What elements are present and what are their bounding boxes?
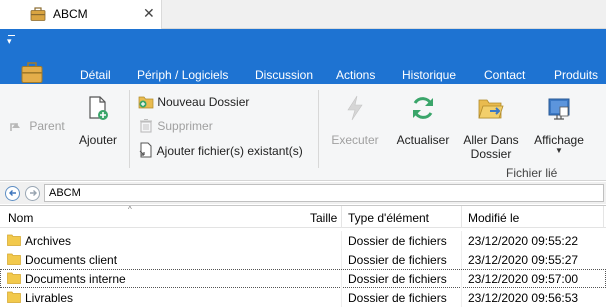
aller-dans-label-1: Aller Dans xyxy=(463,133,519,147)
ajouter-button[interactable]: Ajouter xyxy=(74,94,122,147)
ribbon-separator xyxy=(129,90,130,168)
sort-ascending-icon: ^ xyxy=(128,205,132,214)
attach-file-icon xyxy=(139,142,152,158)
parent-button[interactable]: Parent xyxy=(8,118,65,133)
list-item[interactable]: Livrables Dossier de fichiers 23/12/2020… xyxy=(0,288,606,307)
file-modified: 23/12/2020 09:57:00 xyxy=(468,272,579,286)
column-gridline xyxy=(461,270,462,289)
tab-periph-logiciels[interactable]: Périph / Logiciels xyxy=(137,68,228,82)
ribbon-body: Parent Ajouter Nouveau Dossier Supprimer xyxy=(0,84,606,181)
briefcase-icon xyxy=(30,7,46,21)
column-header-name[interactable]: Nom xyxy=(8,211,33,225)
forward-arrow-icon[interactable] xyxy=(25,186,40,201)
ribbon-header: ▾ Détail Périph / Logiciels Discussion A… xyxy=(0,29,606,84)
column-header-size[interactable]: Taille xyxy=(310,211,337,225)
open-folder-icon xyxy=(478,99,504,119)
lightning-icon xyxy=(347,95,363,121)
column-gridline xyxy=(461,250,462,269)
file-list: ^ Nom Taille Type d'élément Modifié le A… xyxy=(0,205,606,308)
tab-contact[interactable]: Contact xyxy=(484,68,525,82)
actualiser-label: Actualiser xyxy=(396,133,450,147)
document-tab-title: ABCM xyxy=(53,7,88,21)
document-tab-strip: ABCM ✕ xyxy=(0,0,606,29)
column-divider[interactable] xyxy=(461,206,462,228)
column-gridline xyxy=(341,270,342,289)
column-gridline xyxy=(341,231,342,250)
executer-button[interactable]: Executer xyxy=(327,94,383,147)
add-file-icon xyxy=(89,96,108,120)
column-divider[interactable] xyxy=(341,206,342,228)
file-type: Dossier de fichiers xyxy=(348,272,447,286)
affichage-label: Affichage xyxy=(534,133,584,147)
ajouter-fichiers-label: Ajouter fichier(s) existant(s) xyxy=(156,144,303,158)
actualiser-button[interactable]: Actualiser xyxy=(392,94,454,147)
column-gridline xyxy=(461,231,462,250)
file-type: Dossier de fichiers xyxy=(348,253,447,267)
file-name: Documents client xyxy=(25,253,118,267)
file-name: Archives xyxy=(25,234,72,248)
nouveau-dossier-label: Nouveau Dossier xyxy=(157,95,250,109)
file-modified: 23/12/2020 09:55:27 xyxy=(468,253,579,267)
nouveau-dossier-button[interactable]: Nouveau Dossier xyxy=(138,94,249,109)
affichage-button[interactable]: Affichage ▼ xyxy=(528,94,590,155)
column-header-modified[interactable]: Modifié le xyxy=(468,211,519,225)
folder-icon xyxy=(7,253,21,265)
column-divider[interactable] xyxy=(603,206,604,228)
list-item-selected[interactable]: Documents interne Dossier de fichiers 23… xyxy=(0,269,606,289)
executer-label: Executer xyxy=(331,133,379,147)
briefcase-icon[interactable] xyxy=(20,60,44,84)
folder-icon xyxy=(7,234,21,246)
tab-discussion[interactable]: Discussion xyxy=(255,68,313,82)
back-arrow-icon[interactable] xyxy=(5,186,20,201)
tab-historique[interactable]: Historique xyxy=(402,68,456,82)
aller-dans-label-2: Dossier xyxy=(470,147,512,161)
tab-detail[interactable]: Détail xyxy=(80,68,111,82)
file-name: Livrables xyxy=(25,291,74,305)
folder-icon xyxy=(7,291,21,303)
trash-icon xyxy=(140,118,152,133)
parent-button-label: Parent xyxy=(29,119,65,133)
list-item[interactable]: Archives Dossier de fichiers 23/12/2020 … xyxy=(0,231,606,250)
document-tab[interactable]: ABCM ✕ xyxy=(0,0,162,29)
display-icon xyxy=(548,98,570,120)
column-gridline xyxy=(341,250,342,269)
ajouter-button-label: Ajouter xyxy=(78,133,118,147)
file-type: Dossier de fichiers xyxy=(348,234,447,248)
supprimer-button[interactable]: Supprimer xyxy=(138,118,213,133)
list-item[interactable]: Documents client Dossier de fichiers 23/… xyxy=(0,250,606,269)
list-header: ^ Nom Taille Type d'élément Modifié le xyxy=(0,205,606,228)
column-gridline xyxy=(461,288,462,307)
ajouter-fichiers-button[interactable]: Ajouter fichier(s) existant(s) xyxy=(138,142,303,158)
address-bar: ABCM xyxy=(0,182,606,204)
tab-actions[interactable]: Actions xyxy=(336,68,375,82)
group-label-fichier-lie: Fichier lié xyxy=(506,166,558,180)
column-gridline xyxy=(341,288,342,307)
file-modified: 23/12/2020 09:55:22 xyxy=(468,234,579,248)
refresh-icon xyxy=(413,97,433,119)
tab-produits[interactable]: Produits xyxy=(554,68,598,82)
supprimer-label: Supprimer xyxy=(157,119,213,133)
address-input[interactable]: ABCM xyxy=(44,184,604,202)
aller-dans-dossier-button[interactable]: Aller Dans Dossier xyxy=(460,94,522,161)
file-name: Documents interne xyxy=(25,272,126,286)
column-header-type[interactable]: Type d'élément xyxy=(348,211,429,225)
quick-access-dropdown-icon[interactable]: ▾ xyxy=(7,37,12,46)
file-type: Dossier de fichiers xyxy=(348,291,447,305)
new-folder-icon xyxy=(138,96,154,109)
folder-icon xyxy=(7,272,21,284)
chevron-down-icon: ▼ xyxy=(555,146,563,155)
close-icon[interactable]: ✕ xyxy=(143,6,155,20)
ribbon-separator xyxy=(318,90,319,168)
arrow-up-icon xyxy=(10,123,20,131)
file-modified: 23/12/2020 09:56:53 xyxy=(468,291,579,305)
